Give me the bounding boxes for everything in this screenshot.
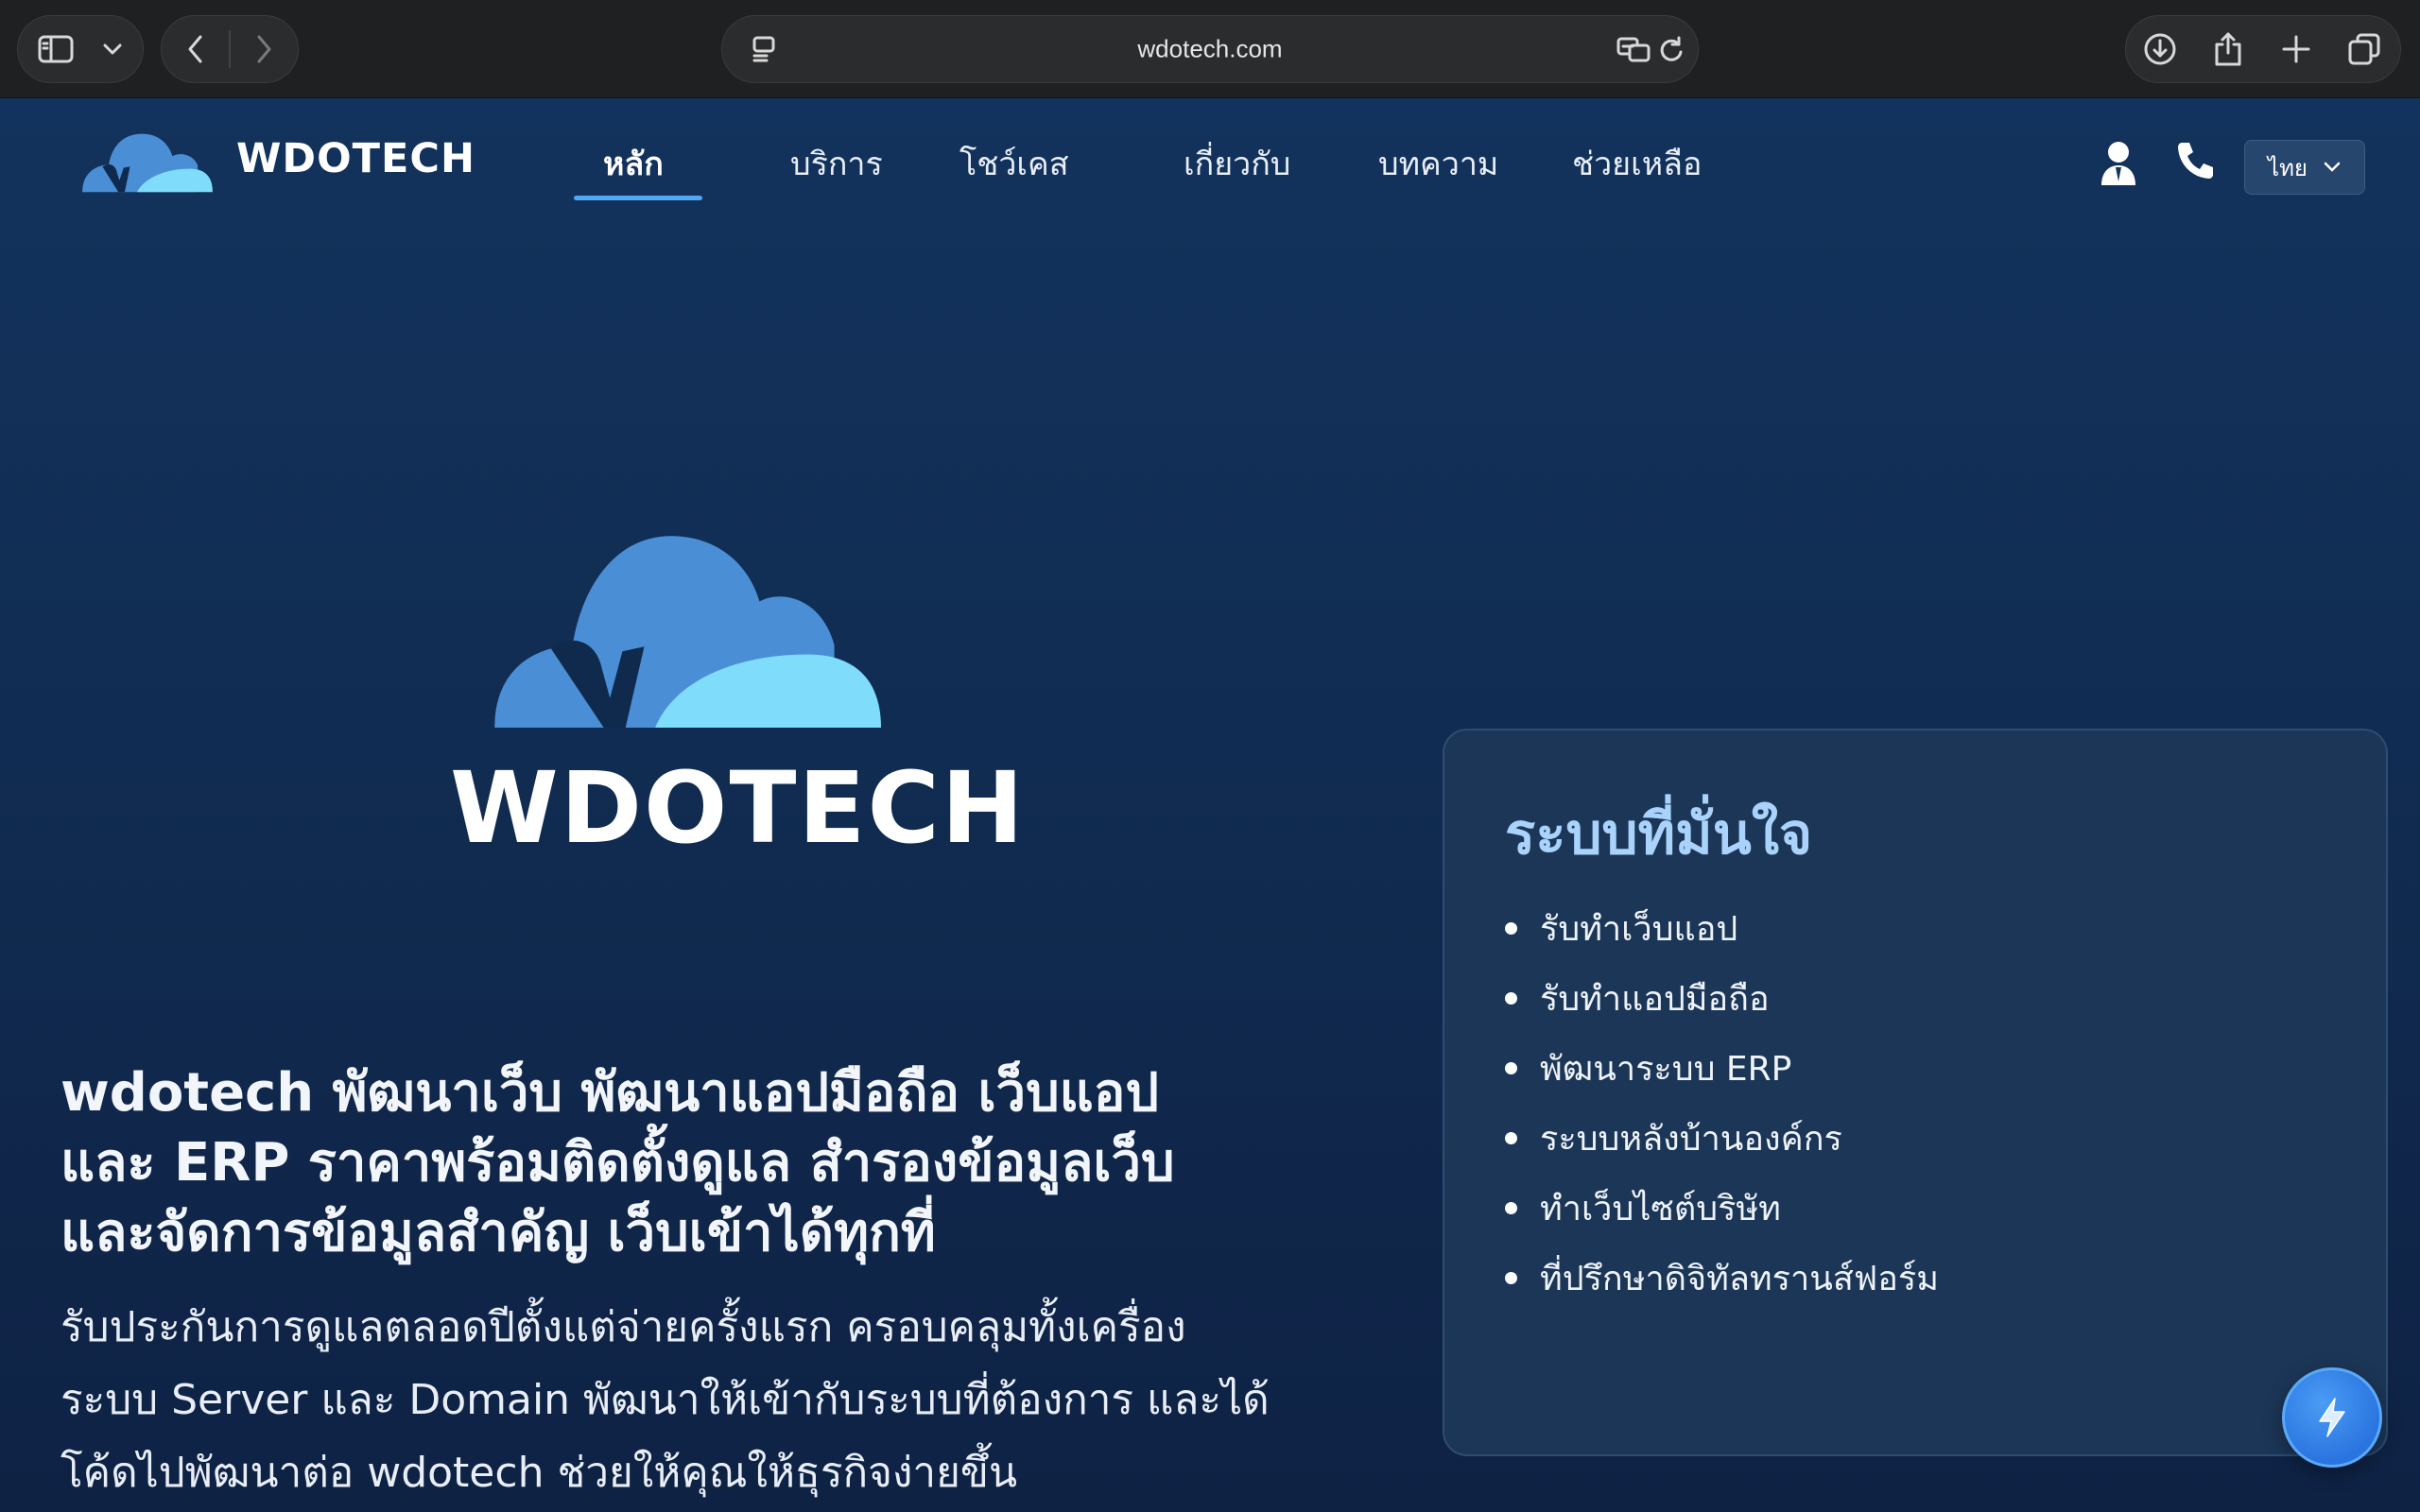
toolbar-actions-group: [2125, 15, 2401, 83]
nav-item-showcase[interactable]: โชว์เคส: [959, 138, 1069, 189]
user-icon[interactable]: [2100, 140, 2136, 191]
quick-action-button[interactable]: [2282, 1367, 2382, 1468]
bullet-icon: [1505, 1271, 1517, 1284]
translate-icon[interactable]: [1611, 16, 1656, 82]
language-select[interactable]: ไทย: [2244, 140, 2365, 195]
hero-cloud-logo-icon: [494, 536, 881, 728]
hero-title: wdotech พัฒนาเว็บ พัฒนาแอปมือถือ เว็บแอป…: [60, 1058, 1365, 1268]
tabs-overview-icon[interactable]: [2330, 16, 2398, 82]
feature-item: พัฒนาระบบ ERP: [1505, 1033, 1939, 1103]
language-label: ไทย: [2268, 154, 2308, 181]
hero-title-line: wdotech พัฒนาเว็บ พัฒนาแอปมือถือ เว็บแอป: [60, 1062, 1159, 1124]
nav-item-services[interactable]: บริการ: [790, 138, 883, 189]
download-icon[interactable]: [2126, 16, 2194, 82]
sidebar-icon[interactable]: [18, 16, 94, 82]
nav-item-about[interactable]: เกี่ยวกับ: [1184, 138, 1290, 189]
bullet-icon: [1505, 991, 1517, 1005]
nav-item-help[interactable]: ช่วยเหลือ: [1572, 138, 1702, 189]
feature-label: รับทำเว็บแอป: [1540, 909, 1738, 949]
history-nav-group: [161, 15, 299, 83]
bullet-icon: [1505, 1201, 1517, 1214]
feature-label: ระบบหลังบ้านองค์กร: [1540, 1119, 1842, 1159]
phone-icon[interactable]: [2176, 140, 2214, 183]
bullet-icon: [1505, 1131, 1517, 1144]
feature-item: ที่ปรึกษาดิจิทัลทรานส์ฟอร์ม: [1505, 1243, 1939, 1313]
cloud-logo-icon: [82, 133, 213, 193]
chevron-down-icon: [2324, 162, 2341, 172]
active-nav-indicator: [574, 196, 702, 200]
brand-name: WDOTECH: [236, 135, 475, 182]
feature-label: ทำเว็บไซต์บริษัท: [1540, 1189, 1781, 1228]
feature-label: ที่ปรึกษาดิจิทัลทรานส์ฟอร์ม: [1540, 1259, 1939, 1298]
hero-title-line: และ ERP ราคาพร้อมติดตั้งดูแล สำรองข้อมูล…: [60, 1132, 1175, 1194]
hero-description-line: ระบบ Server และ Domain พัฒนาให้เข้ากับระ…: [60, 1376, 1270, 1424]
bullet-icon: [1505, 921, 1517, 935]
site-header: WDOTECH หลัก บริการ โชว์เคส เกี่ยวกับ บท…: [0, 98, 2420, 212]
chevron-down-icon[interactable]: [94, 16, 131, 82]
hero-description-line: รับประกันการดูแลตลอดปีตั้งแต่จ่ายครั้งแร…: [60, 1303, 1186, 1351]
hero-brand-name: WDOTECH: [450, 750, 1026, 866]
reader-icon[interactable]: [737, 16, 790, 82]
nav-item-articles[interactable]: บทความ: [1378, 138, 1498, 189]
feature-item: ระบบหลังบ้านองค์กร: [1505, 1103, 1939, 1173]
features-list: รับทำเว็บแอป รับทำแอปมือถือ พัฒนาระบบ ER…: [1505, 893, 1939, 1313]
web-page: WDOTECH หลัก บริการ โชว์เคส เกี่ยวกับ บท…: [0, 98, 2420, 1512]
url-text[interactable]: wdotech.com: [1137, 35, 1282, 64]
share-icon[interactable]: [2194, 16, 2262, 82]
address-bar[interactable]: wdotech.com: [721, 15, 1699, 83]
hero-title-line: และจัดการข้อมูลสำคัญ เว็บเข้าได้ทุกที่: [60, 1202, 936, 1263]
hero-description: รับประกันการดูแลตลอดปีตั้งแต่จ่ายครั้งแร…: [60, 1291, 1384, 1509]
reload-icon[interactable]: [1654, 16, 1688, 82]
features-title: ระบบที่มั่นใจ: [1505, 801, 1813, 868]
feature-item: ทำเว็บไซต์บริษัท: [1505, 1173, 1939, 1243]
brand-link[interactable]: WDOTECH: [81, 121, 475, 197]
nav-item-home[interactable]: หลัก: [603, 138, 664, 189]
feature-item: รับทำแอปมือถือ: [1505, 963, 1939, 1033]
feature-label: รับทำแอปมือถือ: [1540, 979, 1770, 1019]
features-card: ระบบที่มั่นใจ รับทำเว็บแอป รับทำแอปมือถื…: [1443, 729, 2388, 1456]
back-icon[interactable]: [162, 16, 229, 82]
forward-icon[interactable]: [231, 16, 298, 82]
browser-toolbar: wdotech.com: [0, 0, 2420, 98]
feature-item: รับทำเว็บแอป: [1505, 893, 1939, 963]
feature-label: พัฒนาระบบ ERP: [1540, 1049, 1792, 1089]
new-tab-icon[interactable]: [2262, 16, 2330, 82]
sidebar-toggle-group: [17, 15, 144, 83]
lightning-icon: [2319, 1398, 2345, 1437]
bullet-icon: [1505, 1061, 1517, 1074]
hero-description-line: โค้ดไปพัฒนาต่อ wdotech ช่วยให้คุณให้ธุรก…: [60, 1449, 1018, 1497]
